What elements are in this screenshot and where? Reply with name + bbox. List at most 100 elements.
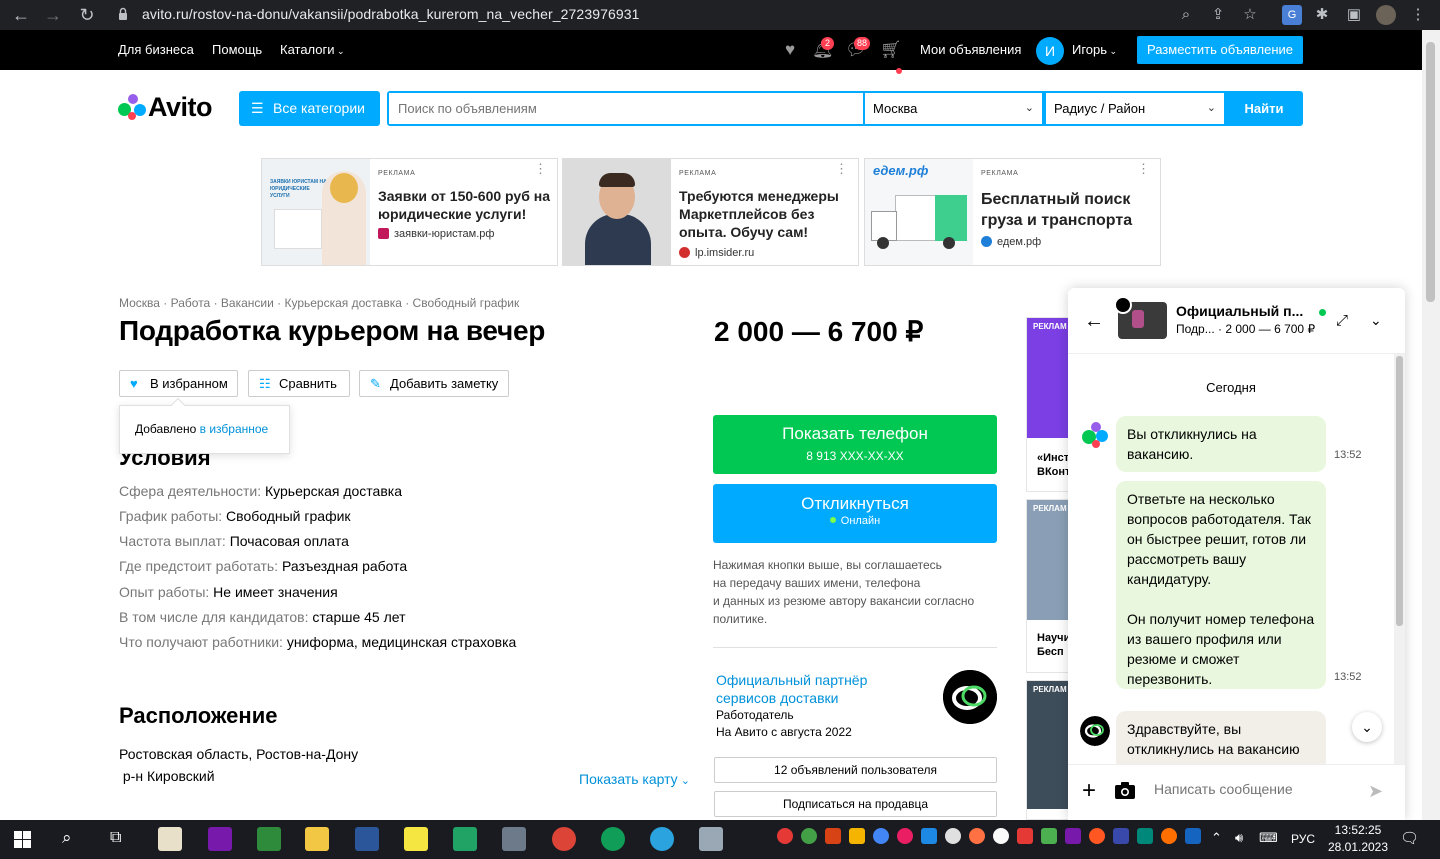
tray-icon[interactable] [1137,828,1153,844]
tray-icon[interactable] [993,828,1009,844]
translate-extension-icon[interactable]: G [1282,5,1302,25]
user-menu[interactable]: Игорь ⌄ [1072,42,1117,57]
message-input[interactable] [1154,781,1354,797]
ad-card-cargo[interactable]: едем.рф РЕКЛАМА ⋮ Бесплатный поиск груза… [864,158,1161,266]
side-panel-icon[interactable]: ▣ [1344,5,1364,25]
side-ad-card[interactable]: РЕКЛАМ Научи Бесп [1026,499,1072,673]
tray-icon[interactable] [1113,828,1129,844]
browser-menu-icon[interactable]: ⋮ [1408,5,1428,25]
page-scrollbar[interactable] [1422,30,1440,820]
seller-name-link[interactable]: Официальный партнёр сервисов доставки [716,671,916,707]
tray-icon[interactable] [897,828,913,844]
help-link[interactable]: Помощь [212,42,262,57]
chat-contact-name[interactable]: Официальный п... [1176,303,1303,319]
catalogs-link[interactable]: Каталоги ⌄ [280,42,345,57]
tray-icon[interactable] [777,828,793,844]
tray-icon[interactable] [1089,828,1105,844]
tray-icon[interactable] [1041,828,1057,844]
address-bar[interactable]: avito.ru/rostov-na-donu/vakansii/podrabo… [104,2,1276,28]
app-icon[interactable] [502,827,526,851]
more-vertical-icon[interactable]: ⋮ [835,162,848,175]
search-icon[interactable]: ⌕ [62,828,72,848]
breadcrumb[interactable]: Москва · Работа · Вакансии · Курьерская … [119,296,519,310]
chevron-up-icon[interactable]: ⌃ [1211,830,1222,846]
side-ad-card[interactable]: РЕКЛАМ [1026,680,1072,820]
avito-logo[interactable]: Avito [118,92,218,122]
more-vertical-icon[interactable]: ⋮ [534,162,547,175]
all-categories-button[interactable]: ☰ Все категории [239,91,380,126]
back-icon[interactable]: ← [6,0,36,30]
show-map-link[interactable]: Показать карту ⌄ [579,771,690,787]
add-note-button[interactable]: ✎ Добавить заметку [359,370,509,397]
reload-icon[interactable]: ↻ [72,0,102,30]
volume-icon[interactable]: 🔊︎ [1235,830,1243,846]
ad-card-lawyers[interactable]: ЗАЯВКИ ЮРИСТАМ НА ЮРИДИЧЕСКИЕ УСЛУГИ РЕК… [261,158,558,266]
chat-listing-thumbnail[interactable] [1114,296,1167,339]
favorites-link[interactable]: в избранное [200,422,269,436]
cart-icon[interactable]: 🛒︎ [880,41,902,59]
telegram-icon[interactable] [650,827,674,851]
sheets-icon[interactable] [453,827,477,851]
clock-time[interactable]: 13:52:25 [1330,823,1386,837]
tray-icon[interactable] [1185,828,1201,844]
favorites-heart-icon[interactable]: ♥ [780,41,800,59]
chat-scrollbar[interactable] [1394,354,1405,764]
tray-icon[interactable] [873,828,889,844]
extensions-puzzle-icon[interactable]: ✱ [1312,5,1332,25]
compare-button[interactable]: ☷ Сравнить [248,370,350,397]
for-business-link[interactable]: Для бизнеса [118,42,194,57]
tray-icon[interactable] [969,828,985,844]
ad-card-marketplaces[interactable]: РЕКЛАМА ⋮ Требуются менеджеры Маркетплей… [562,158,859,266]
post-ad-button[interactable]: Разместить объявление [1137,36,1303,64]
share-icon[interactable]: ⇪ [1208,5,1228,25]
tray-icon[interactable] [849,828,865,844]
find-button[interactable]: Найти [1227,93,1301,124]
tray-icon[interactable] [825,828,841,844]
user-ads-button[interactable]: 12 объявлений пользователя [714,757,997,783]
calculator-icon[interactable] [699,827,723,851]
side-ad-card[interactable]: РЕКЛАМ «Инст ВКонт [1026,317,1072,492]
keyboard-icon[interactable]: ⌨ [1259,830,1278,846]
radius-select[interactable]: Радиус / Район ⌄ [1046,93,1224,124]
language-indicator[interactable]: РУС [1291,832,1315,846]
notification-center-icon[interactable]: 🗨︎ [1400,829,1419,847]
tray-icon[interactable] [921,828,937,844]
clock-date[interactable]: 28.01.2023 [1327,840,1389,854]
seller-logo-avatar[interactable] [943,670,997,724]
zoom-icon[interactable]: ⌕ [1176,5,1196,25]
more-vertical-icon[interactable]: ⋮ [1137,162,1150,175]
back-arrow-icon[interactable]: ← [1084,310,1104,333]
chevron-down-icon[interactable]: ⌄ [1370,312,1382,329]
city-select[interactable]: Москва ⌄ [865,93,1042,124]
forward-icon[interactable]: → [38,0,68,30]
word-icon[interactable] [355,827,379,851]
user-avatar[interactable]: И [1036,37,1064,65]
tray-icon[interactable] [801,828,817,844]
subscribe-seller-button[interactable]: Подписаться на продавца [714,791,997,817]
file-explorer-icon[interactable] [305,827,329,851]
attach-plus-icon[interactable]: + [1082,777,1096,805]
sticky-notes-icon[interactable] [404,827,428,851]
windows-start-icon[interactable] [14,831,31,848]
show-phone-button[interactable]: Показать телефон 8 913 XXX-XX-XX [713,415,997,474]
camera-icon[interactable] [1115,782,1135,799]
chrome-profile-icon[interactable] [601,827,625,851]
respond-button[interactable]: Откликнуться Онлайн [713,484,997,543]
send-icon[interactable]: ➤ [1368,781,1383,802]
scroll-to-bottom-button[interactable]: ⌄ [1352,712,1382,742]
profile-avatar-icon[interactable] [1376,5,1396,25]
tray-icon[interactable] [1017,828,1033,844]
bookmark-star-icon[interactable]: ☆ [1240,5,1260,25]
expand-icon[interactable]: ⤢ [1336,312,1348,329]
tray-icon[interactable] [1161,828,1177,844]
favorite-button[interactable]: ♥ В избранном [119,370,238,397]
explorer-docs-icon[interactable] [158,827,182,851]
chrome-icon[interactable] [552,827,576,851]
onenote-icon[interactable] [208,827,232,851]
tray-icon[interactable] [945,828,961,844]
tray-icon[interactable] [1065,828,1081,844]
search-input[interactable] [389,93,863,124]
my-ads-link[interactable]: Мои объявления [920,42,1021,57]
task-view-icon[interactable]: ⧉ [110,829,121,847]
notepad-app-icon[interactable] [257,827,281,851]
